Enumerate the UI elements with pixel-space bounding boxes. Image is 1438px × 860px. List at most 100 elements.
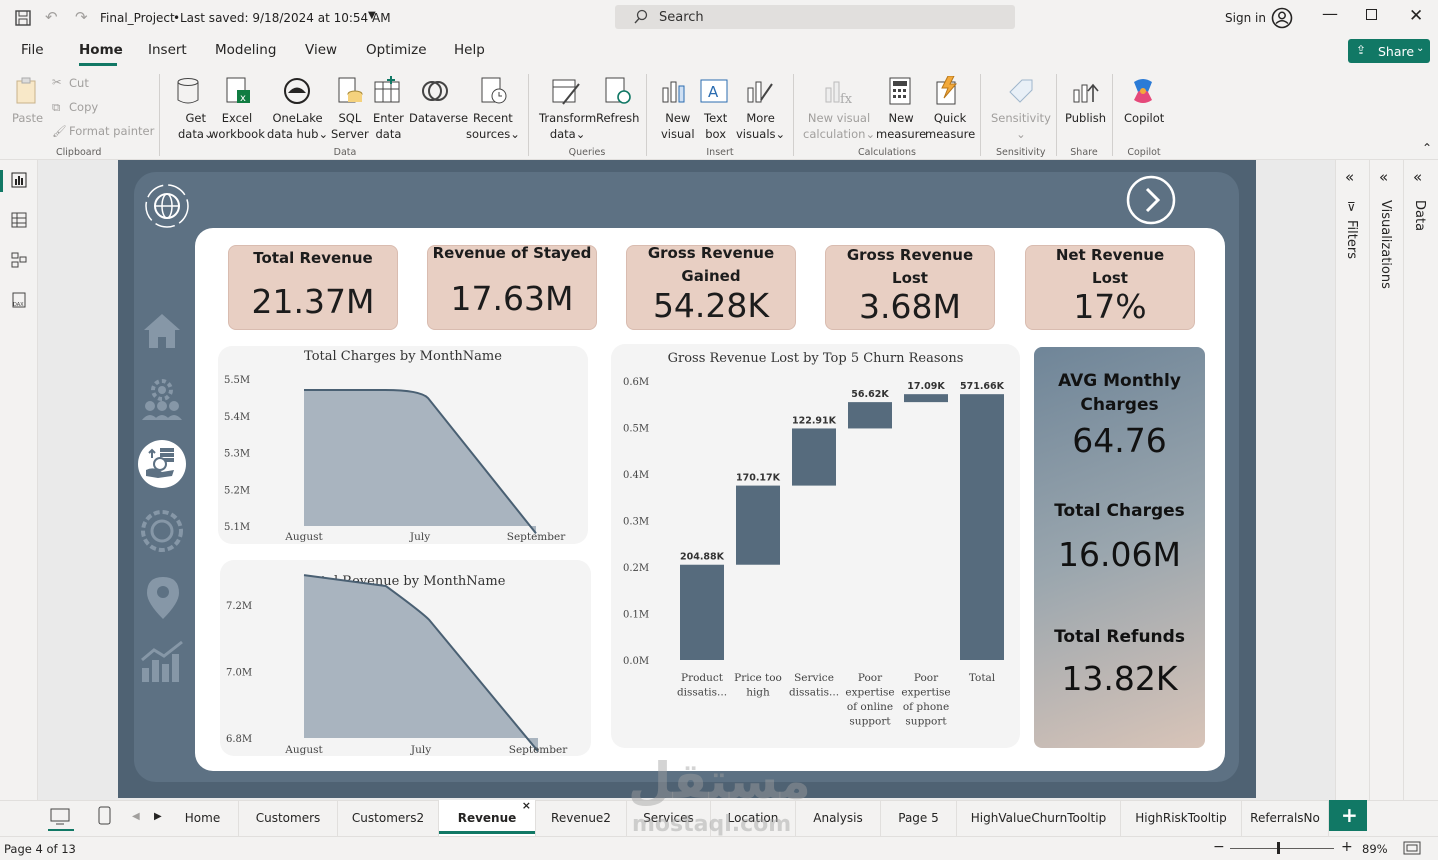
tab-customers[interactable]: Customers xyxy=(239,800,338,836)
sensitivity-button[interactable]: Sensitivity ⌄ xyxy=(991,110,1051,142)
share-button[interactable]: ⇪ Share ⌄ xyxy=(1348,39,1430,63)
group-data: Data xyxy=(333,147,357,158)
paste-button[interactable]: Paste xyxy=(12,110,43,126)
tab-page-5[interactable]: Page 5 xyxy=(881,800,957,836)
y-tick-label: 7.2M xyxy=(226,601,252,612)
sql-label: SQL xyxy=(338,111,362,125)
expand-icon[interactable]: « xyxy=(1345,168,1354,186)
excel-button[interactable]: Excel workbook xyxy=(209,110,265,142)
close-icon[interactable]: ✕ xyxy=(1409,6,1423,26)
dataverse-button[interactable]: Dataverse xyxy=(409,110,468,126)
copilot-icon xyxy=(1128,76,1158,106)
tab-customers2[interactable]: Customers2 xyxy=(338,800,439,836)
publish-button[interactable]: Publish xyxy=(1065,110,1106,126)
home-nav-icon[interactable] xyxy=(142,310,182,352)
quick-measure-button[interactable]: Quick measure xyxy=(925,110,975,142)
account-icon[interactable] xyxy=(1271,7,1293,29)
text-box-icon: A xyxy=(699,76,729,106)
x-tick-label: dissatis... xyxy=(677,687,727,699)
y-tick-label: 5.5M xyxy=(224,375,250,386)
table-view-icon[interactable] xyxy=(11,212,27,228)
x-tick-label: high xyxy=(746,687,770,699)
tab-highvaluechurntooltip[interactable]: HighValueChurnTooltip xyxy=(957,800,1121,836)
copy-button[interactable]: Copy xyxy=(69,99,98,115)
recent-sources-button[interactable]: Recent sources⌄ xyxy=(466,110,520,142)
tab-referralsno[interactable]: ReferralsNo xyxy=(1242,800,1329,836)
tab-scroll-right-icon[interactable]: ▶ xyxy=(154,811,162,822)
enter-data-button[interactable]: Enter data xyxy=(373,110,404,142)
transform-data-button[interactable]: Transform data⌄ xyxy=(539,110,596,142)
save-icon[interactable] xyxy=(14,9,32,27)
data-label: 56.62K xyxy=(851,389,889,400)
menu-insert[interactable]: Insert xyxy=(148,42,187,58)
desktop-layout-icon[interactable] xyxy=(50,808,72,826)
watermark-latin: mostaql.com xyxy=(632,812,792,837)
waterfall-bar xyxy=(680,564,724,660)
transform-data-icon xyxy=(551,76,581,106)
tab-home[interactable]: Home xyxy=(167,800,239,836)
collapse-ribbon-icon[interactable]: ⌃ xyxy=(1422,141,1432,155)
get-data-label: Get xyxy=(185,111,207,125)
filters-pane[interactable]: « ⊽ Filters xyxy=(1335,160,1369,800)
zoom-in-icon[interactable]: + xyxy=(1341,839,1353,855)
chart-total-revenue: 7.2M 7.0M 6.8M August July September xyxy=(226,574,568,756)
globe-icon[interactable] xyxy=(143,182,191,230)
zoom-slider[interactable] xyxy=(1230,848,1334,849)
menu-modeling[interactable]: Modeling xyxy=(215,42,276,58)
format-painter-button[interactable]: Format painter xyxy=(69,123,154,139)
kpi-label: Gross Revenue xyxy=(647,244,775,262)
maximize-icon[interactable] xyxy=(1366,9,1377,20)
copilot-button[interactable]: Copilot xyxy=(1124,110,1164,126)
sign-in-link[interactable]: Sign in xyxy=(1225,11,1266,25)
more-visuals-button[interactable]: More visuals⌄ xyxy=(736,110,785,142)
minimize-icon[interactable]: — xyxy=(1322,4,1338,23)
recent-sources-icon xyxy=(479,76,509,106)
onelake-button[interactable]: OneLake data hub⌄ xyxy=(267,110,328,142)
x-tick-label: Poor xyxy=(858,672,883,684)
kpi-value: 3.68M xyxy=(859,287,961,326)
revenue-nav-button[interactable] xyxy=(138,440,186,488)
model-view-icon[interactable] xyxy=(11,252,27,268)
zoom-thumb[interactable] xyxy=(1277,842,1280,854)
active-view-indicator xyxy=(0,170,3,192)
new-visual-calculation-button[interactable]: New visual calculation⌄ xyxy=(803,110,875,142)
new-measure-button[interactable]: New measure xyxy=(876,110,926,142)
add-page-button[interactable]: + xyxy=(1329,800,1367,831)
onelake-label: OneLake xyxy=(272,111,323,125)
tab-revenue[interactable]: × Revenue xyxy=(439,800,536,836)
menu-optimize[interactable]: Optimize xyxy=(366,42,427,58)
mobile-layout-icon[interactable] xyxy=(98,806,112,826)
location-nav-icon[interactable] xyxy=(143,575,183,621)
search-input[interactable]: Search xyxy=(615,5,1015,29)
redo-icon[interactable]: ↷ xyxy=(75,8,88,26)
services-nav-icon[interactable] xyxy=(140,509,184,553)
menu-view[interactable]: View xyxy=(305,42,337,58)
report-view-icon[interactable] xyxy=(11,172,27,188)
search-placeholder: Search xyxy=(659,10,704,25)
zoom-out-icon[interactable]: − xyxy=(1213,839,1225,855)
new-visual-button[interactable]: New visual xyxy=(661,110,695,142)
chevron-down-icon[interactable]: ▼ xyxy=(368,10,376,21)
menu-home[interactable]: Home xyxy=(79,42,123,58)
fit-to-page-icon[interactable] xyxy=(1403,841,1421,855)
sql-server-button[interactable]: SQL Server xyxy=(331,110,369,142)
tab-highrisktooltip[interactable]: HighRiskTooltip xyxy=(1121,800,1242,836)
customers-nav-icon[interactable] xyxy=(140,376,184,420)
menu-help[interactable]: Help xyxy=(454,42,485,58)
text-box-button[interactable]: Text box xyxy=(704,110,727,142)
dax-query-view-icon[interactable]: DAX xyxy=(11,292,27,308)
menu-file[interactable]: File xyxy=(21,42,44,58)
cut-button[interactable]: Cut xyxy=(69,75,89,91)
tab-revenue2[interactable]: Revenue2 xyxy=(536,800,627,836)
expand-icon[interactable]: « xyxy=(1413,168,1422,186)
data-pane[interactable]: « Data xyxy=(1403,160,1438,800)
close-tab-icon[interactable]: × xyxy=(522,800,531,824)
expand-icon[interactable]: « xyxy=(1379,168,1388,186)
tab-scroll-left-icon[interactable]: ◀ xyxy=(132,811,140,822)
undo-icon[interactable]: ↶ xyxy=(45,8,58,26)
next-page-icon[interactable] xyxy=(1125,174,1177,226)
refresh-button[interactable]: Refresh xyxy=(596,110,639,126)
visualizations-pane[interactable]: « Visualizations xyxy=(1369,160,1403,800)
more-label2: visuals xyxy=(736,127,776,141)
analysis-nav-icon[interactable] xyxy=(140,640,186,686)
